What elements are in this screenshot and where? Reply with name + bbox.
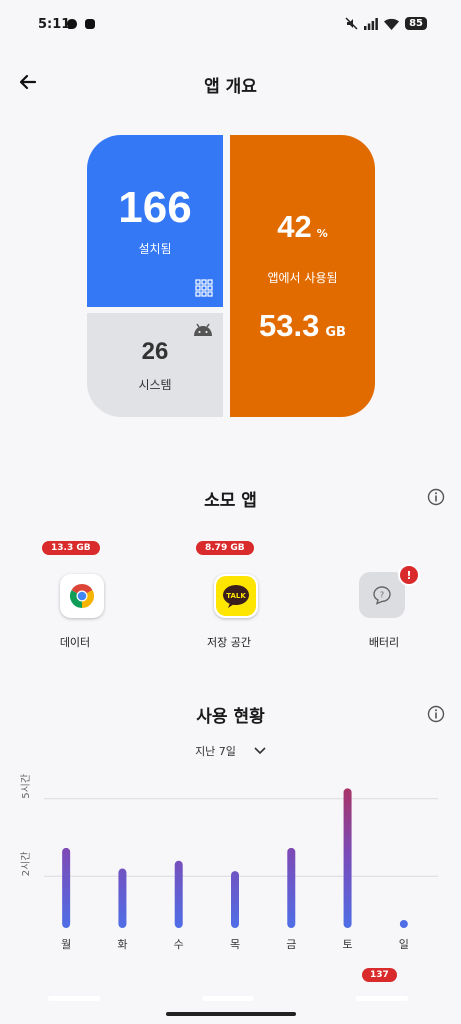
mute-icon bbox=[345, 17, 358, 30]
day-label: 금 bbox=[286, 938, 296, 951]
usage-bar-2[interactable] bbox=[174, 860, 183, 928]
battery-app-icons: ? ! bbox=[353, 564, 420, 626]
day-label: 토 bbox=[343, 938, 353, 951]
consuming-apps-title: 소모 앱 bbox=[204, 491, 257, 511]
status-bar: 5:11 85 bbox=[0, 0, 461, 50]
next-section-badge: 137 bbox=[362, 968, 397, 982]
installed-label: 설치됨 bbox=[138, 241, 172, 256]
notification-icons bbox=[66, 18, 96, 30]
storage-usage-group[interactable]: 8.79 GB TALK 저장 공간 bbox=[184, 540, 274, 650]
day-label: 월 bbox=[61, 938, 71, 951]
usage-info-icon[interactable] bbox=[427, 705, 445, 723]
battery-alert-badge: ! bbox=[398, 564, 420, 586]
used-percent-row: 42 % bbox=[277, 209, 328, 245]
system-status-icons: 85 bbox=[345, 17, 427, 30]
used-storage-tile[interactable]: 42 % 앱에서 사용됨 53.3 GB bbox=[230, 135, 375, 417]
chevron-down-icon bbox=[254, 747, 266, 755]
app-square-icon bbox=[85, 19, 95, 29]
home-indicator[interactable] bbox=[166, 1012, 296, 1016]
data-usage-label: 데이터 bbox=[59, 636, 91, 649]
usage-bar-1[interactable] bbox=[118, 868, 127, 928]
percent-unit: % bbox=[316, 226, 328, 240]
app-grid-icon bbox=[195, 279, 213, 297]
svg-text:TALK: TALK bbox=[226, 592, 246, 600]
period-dropdown[interactable]: 지난 7일 bbox=[0, 743, 461, 759]
next-section-peek-item bbox=[202, 996, 254, 1001]
alert-icon: ! bbox=[400, 566, 418, 584]
y-tick-label: 2시간 bbox=[20, 852, 32, 877]
wifi-icon bbox=[384, 18, 400, 30]
system-apps-tile[interactable]: 26 시스템 bbox=[87, 313, 223, 417]
day-label: 수 bbox=[174, 938, 184, 951]
battery-usage-group[interactable]: ? ! 배터리 bbox=[339, 540, 429, 650]
next-section-peek-item bbox=[48, 996, 100, 1001]
system-label: 시스템 bbox=[138, 377, 172, 392]
period-label: 지난 7일 bbox=[195, 745, 236, 758]
storage-usage-badge: 8.79 GB bbox=[196, 541, 254, 555]
chrome-icon bbox=[69, 584, 95, 608]
messenger-icon bbox=[67, 19, 77, 29]
signal-icon bbox=[364, 17, 378, 30]
android-icon bbox=[194, 323, 212, 336]
usage-bar-0[interactable] bbox=[62, 847, 71, 928]
svg-text:?: ? bbox=[380, 591, 384, 600]
usage-bar-4[interactable] bbox=[287, 847, 296, 928]
usage-bar-chart: 2시간 5시간월 화 수 목 금 토 일 bbox=[20, 774, 438, 951]
used-size-row: 53.3 GB bbox=[259, 308, 346, 344]
storage-app-icons: TALK bbox=[198, 570, 260, 626]
battery-usage-label: 배터리 bbox=[368, 636, 400, 649]
next-section-peek-item bbox=[356, 996, 408, 1001]
used-size: 53.3 bbox=[259, 307, 320, 343]
size-unit: GB bbox=[325, 324, 346, 340]
storage-usage-label: 저장 공간 bbox=[207, 636, 251, 649]
app-summary-card: 166 설치됨 26 시스템 42 % 앱에서 사용됨 53.3 GB bbox=[87, 135, 375, 417]
day-label: 화 bbox=[117, 938, 127, 951]
page-title: 앱 개요 bbox=[204, 77, 257, 97]
usage-bar-3[interactable] bbox=[231, 871, 239, 928]
app-bar: 앱 개요 bbox=[0, 62, 461, 102]
kakaotalk-icon: TALK bbox=[216, 576, 256, 616]
data-usage-badge: 13.3 GB bbox=[42, 541, 100, 555]
usage-bar-5[interactable] bbox=[343, 788, 352, 928]
data-app-icons bbox=[44, 570, 106, 626]
battery-indicator: 85 bbox=[405, 17, 427, 30]
consuming-info-icon[interactable] bbox=[427, 488, 445, 506]
kakaotalk-icon-card: TALK bbox=[214, 574, 258, 618]
usage-bar-6[interactable] bbox=[399, 920, 408, 928]
day-label: 일 bbox=[399, 937, 409, 951]
used-label: 앱에서 사용됨 bbox=[267, 270, 338, 285]
installed-count: 166 bbox=[118, 182, 192, 232]
system-count: 26 bbox=[141, 337, 169, 365]
help-bubble-icon: ? bbox=[373, 586, 391, 605]
usage-title: 사용 현황 bbox=[196, 707, 265, 727]
data-usage-group[interactable]: 13.3 GB 데이터 bbox=[30, 540, 120, 650]
installed-apps-tile[interactable]: 166 설치됨 bbox=[87, 135, 223, 307]
chrome-icon-card bbox=[60, 574, 104, 618]
day-label: 목 bbox=[230, 938, 240, 951]
y-tick-label: 5시간 bbox=[20, 774, 32, 799]
used-percent: 42 bbox=[277, 208, 312, 244]
